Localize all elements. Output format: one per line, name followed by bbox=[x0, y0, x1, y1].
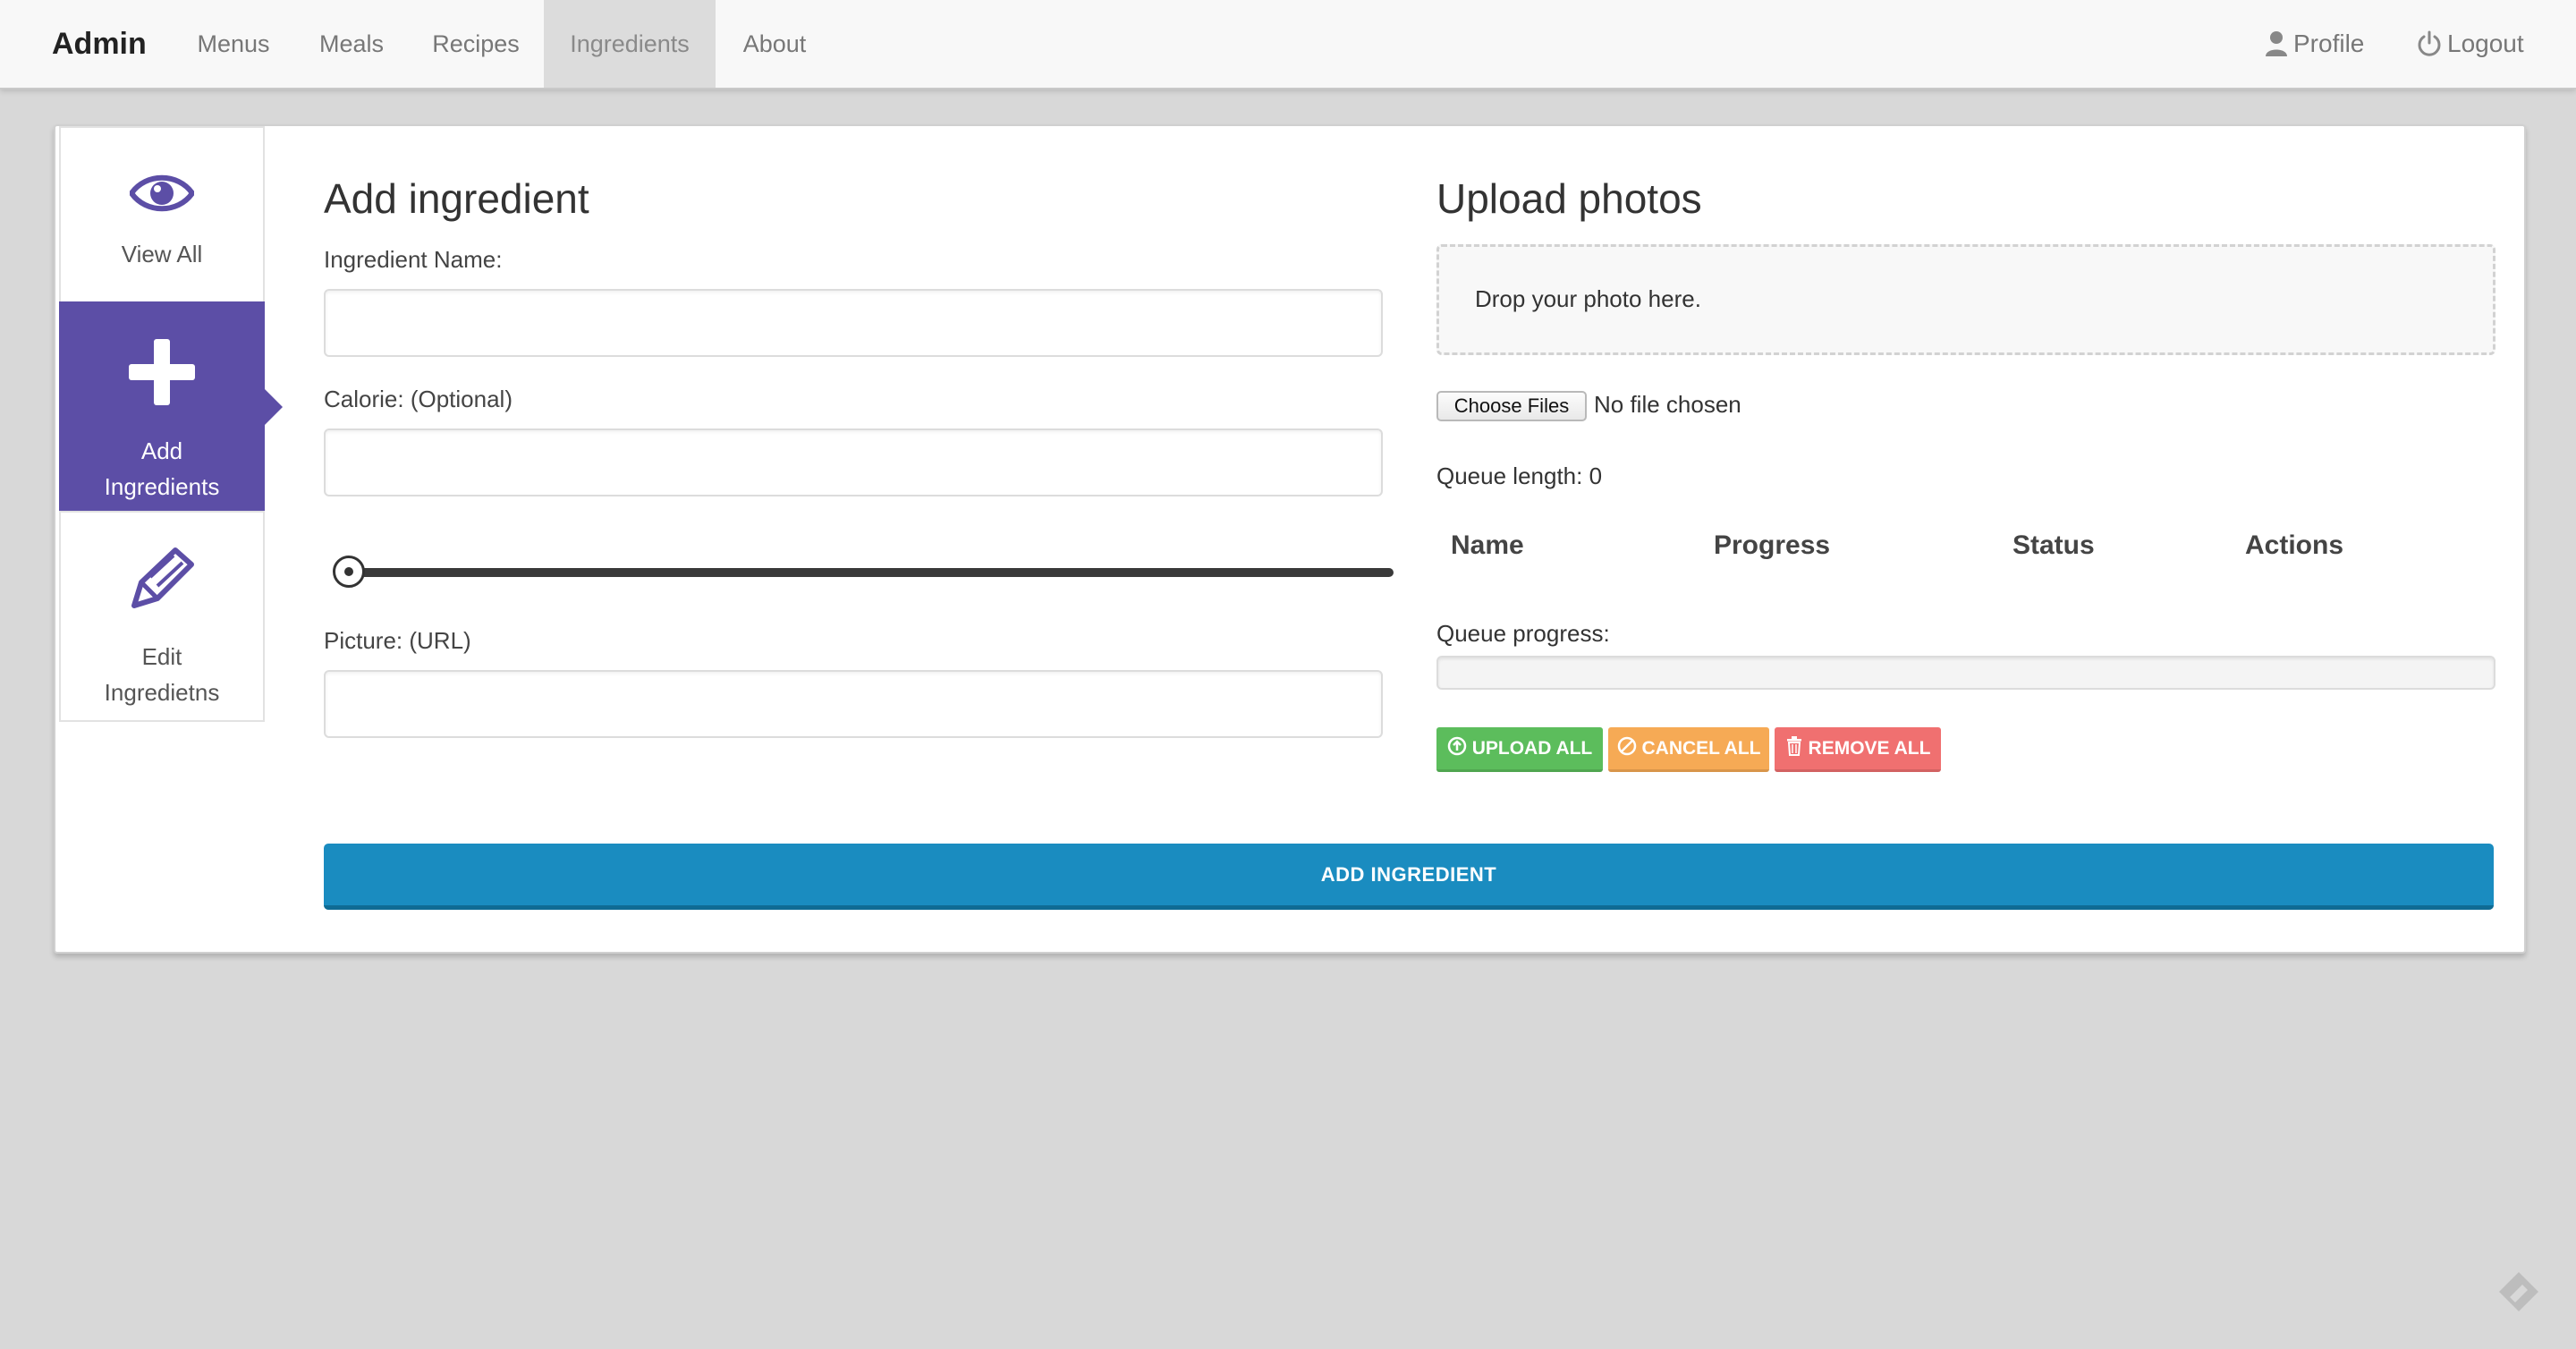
calorie-input[interactable] bbox=[324, 428, 1383, 496]
ingredient-name-input[interactable] bbox=[324, 289, 1383, 357]
slider-handle[interactable] bbox=[333, 556, 365, 588]
profile-link[interactable]: Profile bbox=[2265, 0, 2364, 88]
sidebar-item-label: Add bbox=[140, 437, 183, 464]
table-header-status: Status bbox=[2012, 530, 2095, 560]
top-navbar: Admin Menus Meals Recipes Ingredients Ab… bbox=[0, 0, 2576, 89]
nav-meals[interactable]: Meals bbox=[299, 0, 404, 88]
sidebar-item-edit-ingredients[interactable]: Edit Ingredietns bbox=[59, 511, 265, 722]
main-panel: View All Add Ingredients Edit Ingredietn… bbox=[54, 124, 2526, 954]
ingredient-name-label: Ingredient Name: bbox=[324, 246, 503, 273]
queue-progress-label: Queue progress: bbox=[1436, 620, 1610, 647]
nav-ingredients[interactable]: Ingredients bbox=[544, 0, 716, 88]
picture-url-label: Picture: (URL) bbox=[324, 627, 471, 654]
picture-url-input[interactable] bbox=[324, 670, 1383, 738]
form-title: Add ingredient bbox=[324, 175, 589, 222]
sidebar-item-view-all[interactable]: View All bbox=[59, 126, 265, 303]
upload-circle-icon bbox=[1447, 736, 1467, 761]
sidebar-item-label: View All bbox=[121, 241, 203, 267]
nav-recipes[interactable]: Recipes bbox=[415, 0, 537, 88]
upload-title: Upload photos bbox=[1436, 175, 1702, 222]
no-file-chosen-text: No file chosen bbox=[1594, 391, 1741, 418]
logout-label: Logout bbox=[2447, 30, 2524, 57]
table-header-progress: Progress bbox=[1714, 530, 1831, 560]
choose-files-button[interactable]: Choose Files bbox=[1436, 391, 1587, 421]
trash-icon bbox=[1785, 735, 1803, 761]
nav-menus[interactable]: Menus bbox=[181, 0, 286, 88]
calorie-label: Calorie: (Optional) bbox=[324, 386, 513, 412]
ban-icon bbox=[1617, 736, 1637, 761]
power-icon bbox=[2417, 30, 2442, 57]
queue-progress-bar bbox=[1436, 656, 2496, 690]
plus-icon bbox=[61, 339, 263, 415]
sidebar-item-add-ingredients[interactable]: Add Ingredients bbox=[59, 301, 283, 513]
eye-icon bbox=[61, 171, 263, 225]
remove-all-label: REMOVE ALL bbox=[1808, 737, 1931, 759]
feedback-icon[interactable] bbox=[2496, 1268, 2542, 1319]
remove-all-button[interactable]: REMOVE ALL bbox=[1775, 727, 1941, 772]
photo-dropzone[interactable]: Drop your photo here. bbox=[1436, 244, 2496, 355]
brand-logo[interactable]: Admin bbox=[52, 0, 147, 88]
user-icon bbox=[2265, 30, 2288, 57]
profile-label: Profile bbox=[2293, 30, 2365, 57]
cancel-all-button[interactable]: CANCEL ALL bbox=[1608, 727, 1769, 772]
add-ingredient-button[interactable]: ADD INGREDIENT bbox=[324, 844, 2494, 910]
logout-link[interactable]: Logout bbox=[2417, 0, 2524, 88]
upload-all-label: UPLOAD ALL bbox=[1471, 737, 1593, 759]
sidebar-item-label: Ingredietns bbox=[104, 679, 220, 706]
cancel-all-label: CANCEL ALL bbox=[1641, 737, 1761, 759]
sidebar-item-label: Edit bbox=[141, 643, 182, 670]
queue-length-text: Queue length: 0 bbox=[1436, 462, 1603, 489]
upload-all-button[interactable]: UPLOAD ALL bbox=[1436, 727, 1603, 772]
pen-icon bbox=[61, 545, 263, 621]
nav-about[interactable]: About bbox=[726, 0, 823, 88]
table-header-name: Name bbox=[1451, 530, 1524, 560]
slider-track[interactable] bbox=[349, 568, 1394, 577]
sidebar-item-label: Ingredients bbox=[104, 473, 220, 500]
table-header-actions: Actions bbox=[2245, 530, 2344, 560]
